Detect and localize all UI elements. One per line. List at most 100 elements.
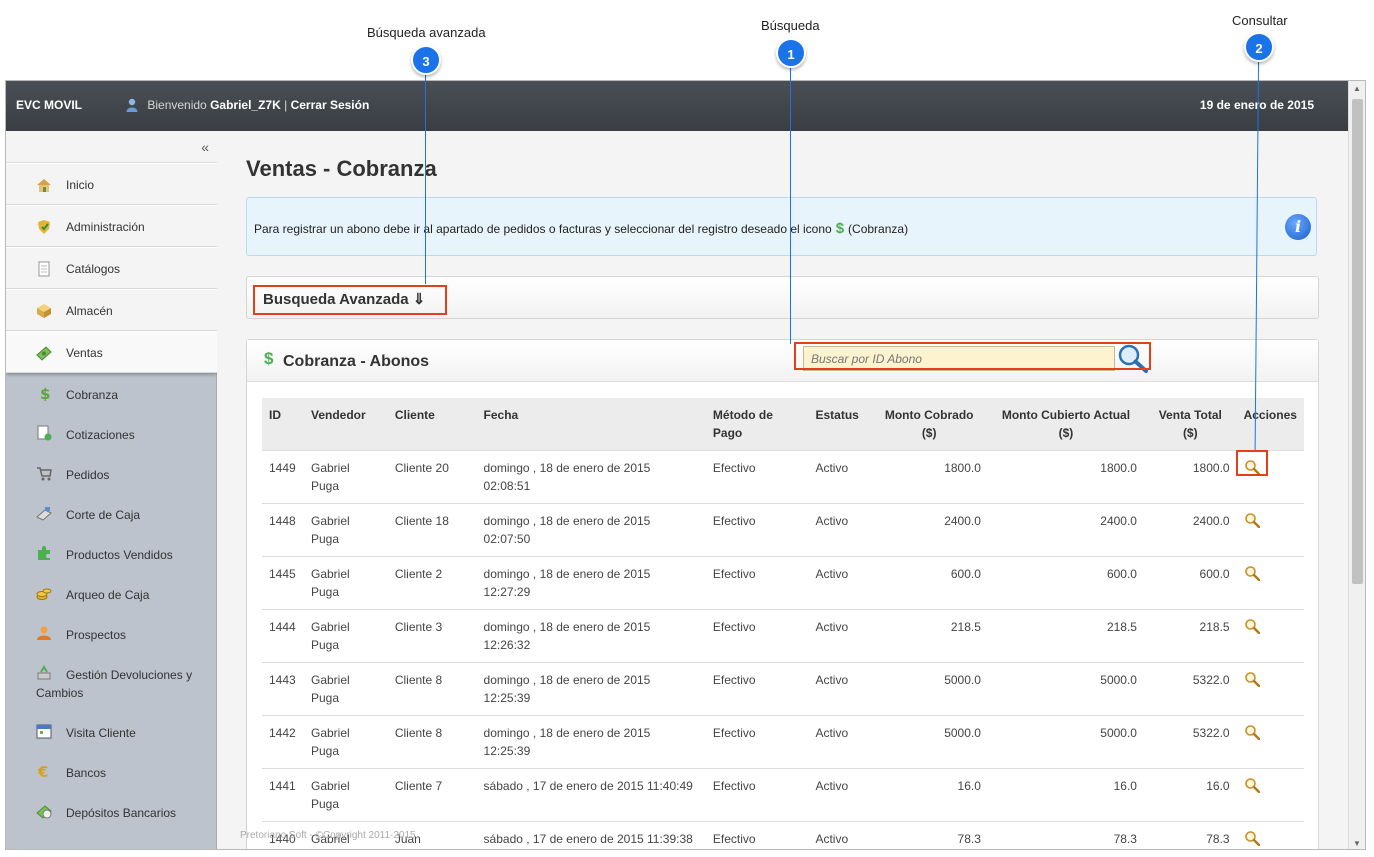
- search-icon[interactable]: [1115, 342, 1149, 374]
- user-icon: [126, 98, 138, 112]
- nav-sub-label-pedidos: Pedidos: [66, 468, 110, 482]
- callout-label-consult: Consultar: [1232, 13, 1288, 28]
- cell-total: 1800.0: [1143, 450, 1237, 504]
- cell-acciones: [1236, 450, 1304, 504]
- cell-id: 1448: [262, 503, 304, 557]
- consult-magnifier-icon[interactable]: [1244, 565, 1260, 581]
- nav-sub-label-devoluciones: Gestión Devoluciones y Cambios: [36, 668, 193, 700]
- cell-estatus: Activo: [808, 556, 871, 610]
- cell-vendedor: Gabriel Puga: [303, 503, 388, 557]
- app-window: EVC MOVIL Bienvenido Gabriel_Z7K | Cerra…: [5, 80, 1366, 850]
- cell-monto: 5000.0: [870, 662, 988, 716]
- nav-sub-prospectos[interactable]: Prospectos: [6, 615, 217, 655]
- svg-text:€: €: [37, 763, 48, 779]
- nav-sub-cotizaciones[interactable]: Cotizaciones: [6, 415, 217, 455]
- cell-cubierto: 78.3: [987, 821, 1144, 849]
- cell-estatus: Activo: [808, 821, 871, 849]
- collapse-sidebar-button[interactable]: «: [6, 131, 217, 163]
- consult-magnifier-icon[interactable]: [1244, 830, 1260, 846]
- nav-sub-arqueo-caja[interactable]: Arqueo de Caja: [6, 575, 217, 615]
- consult-magnifier-icon[interactable]: [1244, 512, 1260, 528]
- nav-sub-label-visita-cliente: Visita Cliente: [66, 726, 136, 740]
- callout-line-3: [425, 75, 426, 284]
- info-icon: i: [1285, 214, 1311, 240]
- cell-acciones: [1236, 768, 1304, 822]
- cell-total: 5322.0: [1143, 662, 1237, 716]
- cell-cliente: Cliente 8: [387, 662, 477, 716]
- cell-acciones: [1236, 662, 1304, 716]
- cell-total: 5322.0: [1143, 715, 1237, 769]
- col-cubierto[interactable]: Monto Cubierto Actual ($): [987, 398, 1144, 451]
- search-input[interactable]: [803, 346, 1115, 371]
- calendar-icon: [36, 724, 52, 739]
- cell-vendedor: Gabriel Puga: [303, 662, 388, 716]
- cell-vendedor: Gabriel Puga: [303, 450, 388, 504]
- cell-acciones: [1236, 609, 1304, 663]
- cell-cubierto: 1800.0: [987, 450, 1144, 504]
- table-row: 1448 Gabriel Puga Cliente 18 domingo , 18 d…: [262, 503, 1304, 557]
- scroll-up-arrow[interactable]: ▲: [1353, 84, 1361, 93]
- cell-total: 16.0: [1143, 768, 1237, 822]
- cell-monto: 600.0: [870, 556, 988, 610]
- cell-vendedor: Gabriel Puga: [303, 609, 388, 663]
- advanced-search-panel[interactable]: Busqueda Avanzada ⇓: [246, 276, 1319, 319]
- nav-item-inicio[interactable]: Inicio: [6, 163, 217, 205]
- info-text: Para registrar un abono debe ir al apart…: [254, 220, 908, 237]
- consult-magnifier-icon[interactable]: [1244, 459, 1260, 475]
- nav-item-almacen[interactable]: Almacén: [6, 289, 217, 331]
- consult-magnifier-icon[interactable]: [1244, 777, 1260, 793]
- puzzle-icon: [38, 546, 50, 560]
- consult-magnifier-icon[interactable]: [1244, 724, 1260, 740]
- cell-estatus: Activo: [808, 450, 871, 504]
- cell-id: 1444: [262, 609, 304, 663]
- cell-cliente: Cliente 3: [387, 609, 477, 663]
- cell-cubierto: 600.0: [987, 556, 1144, 610]
- nav-sub-depositos[interactable]: Depósitos Bancarios: [6, 793, 217, 833]
- advanced-search-toggle[interactable]: Busqueda Avanzada ⇓: [263, 290, 425, 308]
- nav-sub-devoluciones[interactable]: Gestión Devoluciones y Cambios: [6, 655, 217, 713]
- cell-vendedor: Gabriel Puga: [303, 768, 388, 822]
- col-estatus[interactable]: Estatus: [808, 398, 871, 451]
- col-vendedor[interactable]: Vendedor: [303, 398, 388, 451]
- table-row: 1445 Gabriel Puga Cliente 2 domingo , 18 de…: [262, 556, 1304, 610]
- scrollbar-thumb[interactable]: [1352, 99, 1363, 584]
- scroll-down-arrow[interactable]: ▼: [1353, 839, 1361, 848]
- col-cliente[interactable]: Cliente: [387, 398, 477, 451]
- nav-sub-visita-cliente[interactable]: Visita Cliente: [6, 713, 217, 753]
- table-row: 1440Gabriel PugaJuan Martinezsábado , 17…: [262, 821, 1304, 849]
- table-row: 1442 Gabriel Puga Cliente 8 domingo , 18 de…: [262, 715, 1304, 769]
- col-fecha[interactable]: Fecha: [476, 398, 706, 451]
- nav-item-administracion[interactable]: Administración: [6, 205, 217, 247]
- person-icon: [37, 626, 51, 640]
- vertical-scrollbar[interactable]: ▲ ▼: [1348, 81, 1365, 849]
- nav-sub-cobranza[interactable]: $ Cobranza: [6, 375, 217, 415]
- coins-icon: [36, 588, 52, 600]
- cell-cubierto: 218.5: [987, 609, 1144, 663]
- col-metodo[interactable]: Método de Pago: [705, 398, 809, 451]
- cell-monto: 2400.0: [870, 503, 988, 557]
- col-id[interactable]: ID: [262, 398, 304, 451]
- cell-monto: 218.5: [870, 609, 988, 663]
- nav-label-ventas: Ventas: [66, 346, 103, 360]
- sidebar: « Inicio Administración Catálogos Almacé…: [6, 131, 217, 849]
- cell-fecha: domingo , 18 de enero de 2015 02:08:51: [476, 450, 706, 504]
- table-header-row: ID Vendedor Cliente Fecha Método de Pago…: [262, 398, 1304, 451]
- consult-magnifier-icon[interactable]: [1244, 618, 1260, 634]
- nav-sub-productos-vendidos[interactable]: Productos Vendidos: [6, 535, 217, 575]
- cell-cubierto: 16.0: [987, 768, 1144, 822]
- callout-label-search: Búsqueda: [761, 18, 820, 33]
- nav-sub-corte-caja[interactable]: Corte de Caja: [6, 495, 217, 535]
- nav-sub-pedidos[interactable]: Pedidos: [6, 455, 217, 495]
- col-total[interactable]: Venta Total ($): [1143, 398, 1237, 451]
- consult-magnifier-icon[interactable]: [1244, 671, 1260, 687]
- nav-sub-bancos[interactable]: € Bancos: [6, 753, 217, 793]
- nav-sub-label-cotizaciones: Cotizaciones: [66, 428, 135, 442]
- col-monto[interactable]: Monto Cobrado ($): [870, 398, 988, 451]
- cell-cubierto: 5000.0: [987, 662, 1144, 716]
- logout-link[interactable]: Cerrar Sesión: [291, 98, 370, 112]
- nav-item-ventas[interactable]: Ventas: [6, 331, 217, 373]
- cell-fecha: domingo , 18 de enero de 2015 12:27:29: [476, 556, 706, 610]
- nav-item-catalogos[interactable]: Catálogos: [6, 247, 217, 289]
- cell-id: 1445: [262, 556, 304, 610]
- dollar-icon: $: [835, 220, 845, 237]
